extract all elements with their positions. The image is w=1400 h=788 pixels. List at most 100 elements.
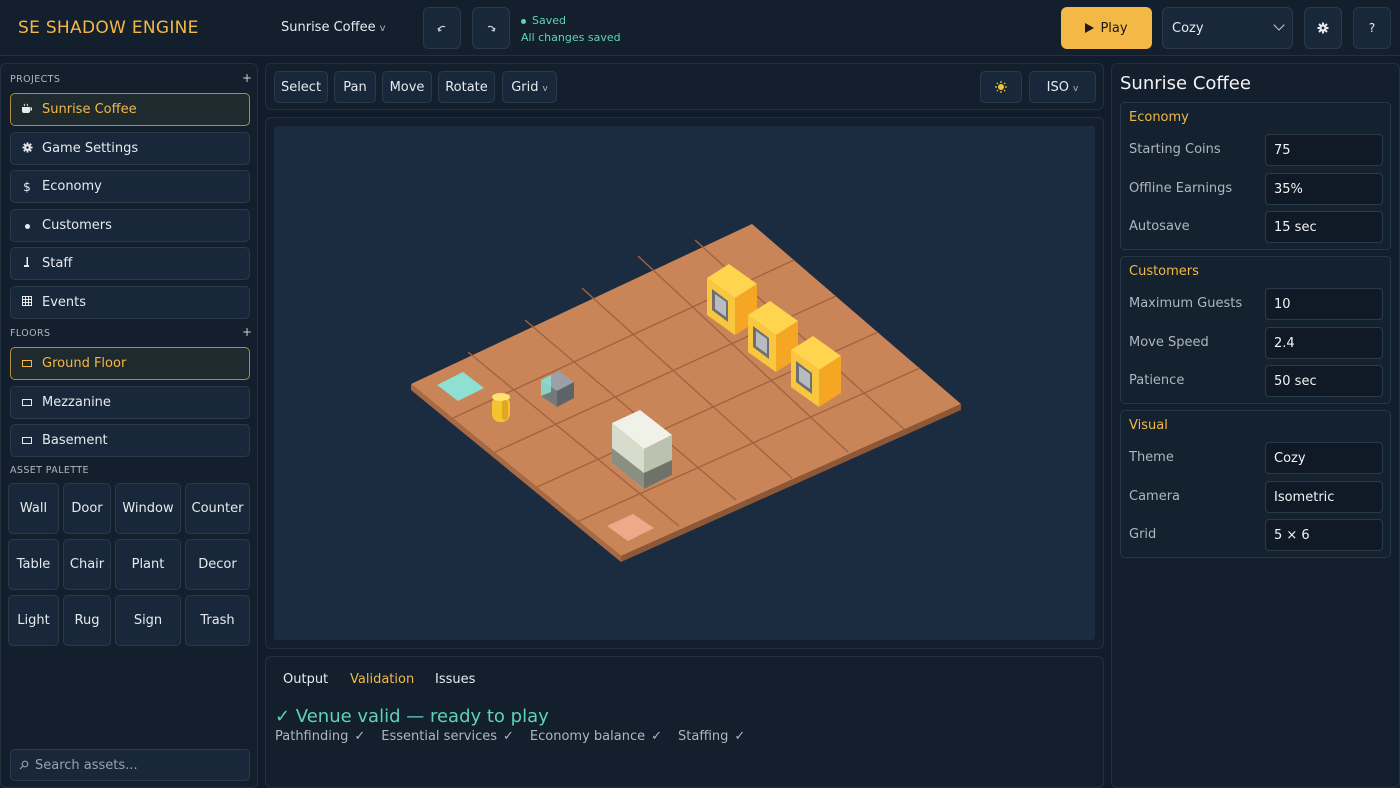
help-label: ?: [1368, 21, 1376, 35]
autosave-field[interactable]: 15 sec: [1265, 211, 1383, 243]
dollar-icon: $: [23, 179, 31, 194]
project-name: Sunrise Coffee: [281, 20, 376, 35]
gear-icon: [20, 141, 34, 156]
sidebar-item-label: Customers: [42, 218, 112, 233]
group-title: Customers: [1129, 264, 1199, 279]
group-customers: Customers Maximum Guests 10 Move Speed 2…: [1120, 256, 1391, 404]
patience-field[interactable]: 50 sec: [1265, 365, 1383, 397]
lighting-button[interactable]: [980, 71, 1022, 103]
asset-counter[interactable]: Counter: [185, 483, 250, 534]
sidebar-item-label: Game Settings: [42, 141, 139, 156]
sidebar-item-economy[interactable]: $ Economy: [10, 170, 250, 203]
project-selector[interactable]: Sunrise Coffee v: [281, 20, 386, 35]
asset-table[interactable]: Table: [8, 539, 59, 590]
sidebar-item-customers[interactable]: Customers: [10, 209, 250, 242]
settings-button[interactable]: [1304, 7, 1342, 49]
asset-plant[interactable]: Plant: [115, 539, 181, 590]
play-button[interactable]: Play: [1061, 7, 1152, 49]
chevron-down-icon: v: [1073, 84, 1079, 94]
status-subtitle: All changes saved: [521, 31, 621, 44]
starting-coins-field[interactable]: 75: [1265, 134, 1383, 166]
projects-label: PROJECTS: [10, 74, 61, 85]
sidebar-item-label: Staff: [42, 256, 73, 271]
bottom-console: Output Validation Issues ✓ Venue valid —…: [265, 656, 1104, 788]
prop-label: Grid: [1129, 527, 1157, 542]
scene-canvas[interactable]: [274, 126, 1095, 640]
floor-item-ground[interactable]: Ground Floor: [10, 347, 250, 380]
check-item: Staffing ✓: [678, 729, 746, 744]
chevron-down-icon: v: [379, 23, 386, 34]
tool-grid-button[interactable]: Grid v: [502, 71, 557, 103]
group-visual: Visual Theme Cozy Camera Isometric Grid …: [1120, 410, 1391, 558]
floor-icon: [20, 396, 34, 409]
offline-earnings-field[interactable]: 35%: [1265, 173, 1383, 205]
asset-search[interactable]: Search assets...: [10, 749, 250, 781]
tool-select-button[interactable]: Select: [274, 71, 328, 103]
asset-wall[interactable]: Wall: [8, 483, 59, 534]
floor-icon: [20, 357, 34, 370]
dot-icon: [20, 219, 34, 232]
asset-palette-label: ASSET PALETTE: [10, 465, 89, 476]
top-bar: SE SHADOW ENGINE Sunrise Coffee v Saved A…: [0, 0, 1400, 56]
add-floor-button[interactable]: +: [242, 325, 252, 339]
search-placeholder: Search assets...: [35, 757, 138, 773]
validation-title: ✓ Venue valid — ready to play: [275, 706, 549, 727]
asset-decor[interactable]: Decor: [185, 539, 250, 590]
theme-value: Cozy: [1172, 20, 1204, 36]
asset-trash[interactable]: Trash: [185, 595, 250, 646]
floor-item-mezzanine[interactable]: Mezzanine: [10, 386, 250, 419]
inspector-panel: Sunrise Coffee Economy Starting Coins 75…: [1111, 63, 1400, 788]
help-button[interactable]: ?: [1353, 7, 1391, 49]
save-status: Saved All changes saved: [521, 12, 621, 46]
asset-chair[interactable]: Chair: [63, 539, 111, 590]
move-speed-field[interactable]: 2.4: [1265, 327, 1383, 359]
floor-item-label: Basement: [42, 433, 108, 448]
group-title: Economy: [1129, 110, 1189, 125]
prop-label: Starting Coins: [1129, 142, 1221, 157]
redo-button[interactable]: [472, 7, 510, 49]
gear-icon: [1317, 22, 1329, 34]
chevron-down-icon: [1273, 19, 1285, 31]
camera-field[interactable]: Isometric: [1265, 481, 1383, 513]
sidebar-item-staff[interactable]: Staff: [10, 247, 250, 280]
undo-icon: [437, 25, 446, 32]
group-title: Visual: [1129, 418, 1168, 433]
tab-validation[interactable]: Validation: [350, 672, 414, 687]
floor-item-label: Ground Floor: [42, 356, 127, 371]
floor-item-basement[interactable]: Basement: [10, 424, 250, 457]
sidebar-item-sunrise-coffee[interactable]: Sunrise Coffee: [10, 93, 250, 126]
prop-label: Autosave: [1129, 219, 1190, 234]
sidebar-item-events[interactable]: Events: [10, 286, 250, 319]
floor-icon: [20, 434, 34, 447]
asset-door[interactable]: Door: [63, 483, 111, 534]
grid-field[interactable]: 5 × 6: [1265, 519, 1383, 551]
redo-icon: [487, 25, 496, 32]
sidebar-item-label: Economy: [42, 179, 102, 194]
add-project-button[interactable]: +: [242, 71, 252, 85]
check-item: Pathfinding ✓: [275, 729, 366, 744]
view-mode-select[interactable]: ISO v: [1029, 71, 1096, 103]
viewport-toolbar: Select Pan Move Rotate Grid v ISO v: [265, 63, 1104, 110]
isometric-scene: [411, 224, 961, 562]
tool-move-button[interactable]: Move: [382, 71, 432, 103]
status-dot-icon: [521, 18, 526, 24]
tab-output[interactable]: Output: [283, 672, 328, 687]
asset-rug[interactable]: Rug: [63, 595, 111, 646]
prop-label: Camera: [1129, 489, 1181, 504]
asset-sign[interactable]: Sign: [115, 595, 181, 646]
check-item: Essential services ✓: [381, 729, 514, 744]
theme-field[interactable]: Cozy: [1265, 442, 1383, 474]
prop-label: Theme: [1129, 450, 1174, 465]
tab-issues[interactable]: Issues: [435, 672, 475, 687]
scene-viewport: [265, 117, 1104, 649]
prop-label: Offline Earnings: [1129, 181, 1233, 196]
tool-pan-button[interactable]: Pan: [334, 71, 376, 103]
staff-icon: [20, 256, 34, 271]
tool-rotate-button[interactable]: Rotate: [438, 71, 495, 103]
sidebar-item-game-settings[interactable]: Game Settings: [10, 132, 250, 165]
undo-button[interactable]: [423, 7, 461, 49]
theme-select[interactable]: Cozy: [1162, 7, 1293, 49]
maximum-guests-field[interactable]: 10: [1265, 288, 1383, 320]
asset-light[interactable]: Light: [8, 595, 59, 646]
asset-window[interactable]: Window: [115, 483, 181, 534]
